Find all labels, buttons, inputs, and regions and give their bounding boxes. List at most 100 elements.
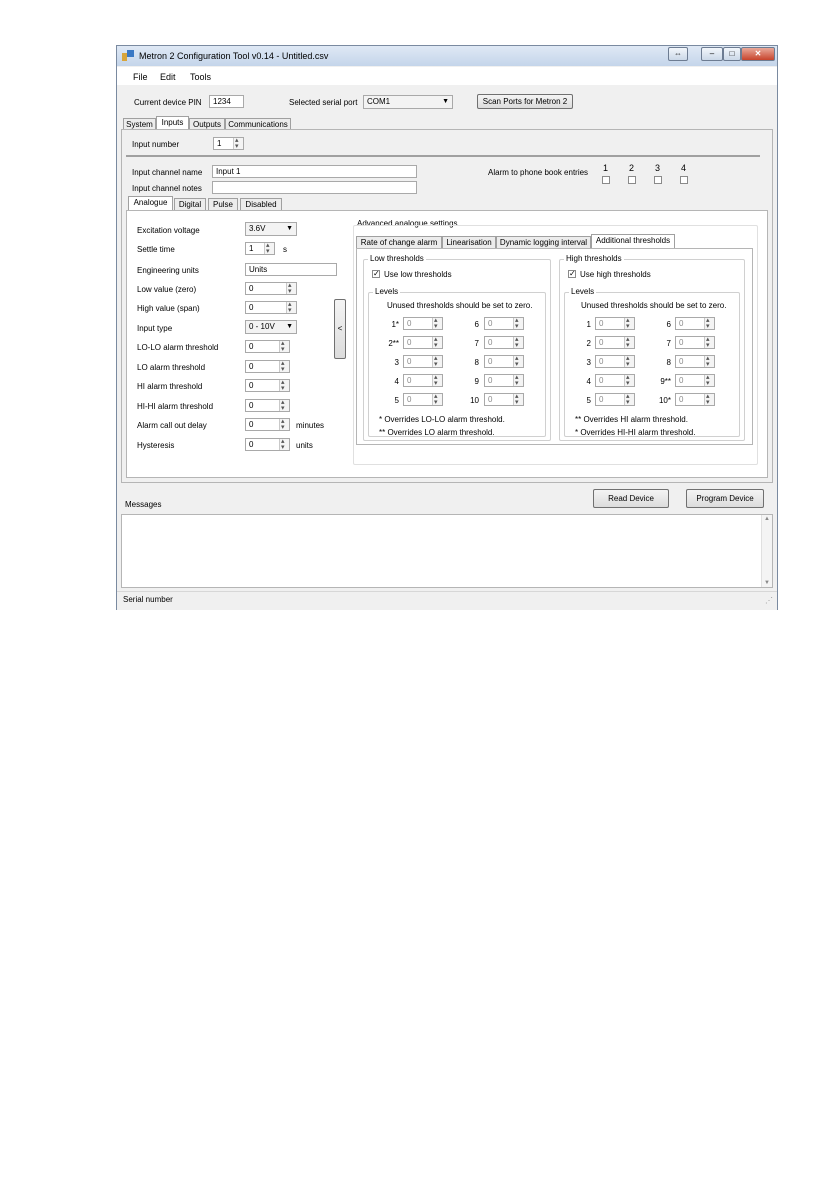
spin-icon[interactable] [704, 318, 714, 329]
spin-icon[interactable] [513, 375, 523, 386]
tab-linearisation[interactable]: Linearisation [442, 236, 496, 248]
inputs-panel: Input number 1 Input channel name Input … [121, 129, 773, 483]
spin-icon[interactable] [513, 394, 523, 405]
menu-tools[interactable]: Tools [190, 72, 211, 82]
spin-icon[interactable] [279, 361, 289, 372]
hysteresis-stepper[interactable]: 0 [245, 438, 290, 451]
collapse-button[interactable]: < [334, 299, 346, 359]
messages-box[interactable]: ▲ ▼ [121, 514, 773, 588]
scan-ports-button[interactable]: Scan Ports for Metron 2 [477, 94, 573, 109]
spin-icon[interactable] [279, 419, 289, 430]
low-level-stepper[interactable]: 0 [484, 374, 524, 387]
high-level-stepper[interactable]: 0 [675, 393, 715, 406]
spin-icon[interactable] [624, 375, 634, 386]
maximize-icon[interactable]: □ [723, 47, 741, 61]
hihi-stepper[interactable]: 0 [245, 399, 290, 412]
close-icon[interactable]: ✕ [741, 47, 775, 61]
input-number-stepper[interactable]: 1 [213, 137, 244, 150]
low-level-stepper[interactable]: 0 [484, 317, 524, 330]
eng-units-input[interactable]: Units [245, 263, 337, 276]
spin-icon[interactable] [279, 400, 289, 411]
lolo-stepper[interactable]: 0 [245, 340, 290, 353]
spin-icon[interactable] [513, 356, 523, 367]
low-level-stepper[interactable]: 0 [484, 336, 524, 349]
spin-icon[interactable] [279, 380, 289, 391]
high-level-stepper[interactable]: 0 [595, 355, 635, 368]
spin-icon[interactable] [233, 138, 243, 149]
title-bar[interactable]: Metron 2 Configuration Tool v0.14 - Unti… [117, 46, 777, 66]
minimize-icon[interactable]: – [701, 47, 723, 61]
delay-stepper[interactable]: 0 [245, 418, 290, 431]
spin-icon[interactable] [513, 318, 523, 329]
spin-icon[interactable] [279, 439, 289, 450]
alarm-checkbox-3[interactable] [654, 176, 662, 184]
spin-icon[interactable] [264, 243, 274, 254]
menu-file[interactable]: File [133, 72, 148, 82]
spin-icon[interactable] [513, 337, 523, 348]
low-level-stepper[interactable]: 0 [403, 374, 443, 387]
high-level-stepper[interactable]: 0 [675, 336, 715, 349]
spin-icon[interactable] [704, 375, 714, 386]
spin-icon[interactable] [432, 337, 442, 348]
tab-additional-thresholds[interactable]: Additional thresholds [591, 234, 675, 248]
high-level-stepper[interactable]: 0 [675, 317, 715, 330]
input-type-select[interactable]: 0 - 10V ▼ [245, 320, 297, 334]
settle-time-stepper[interactable]: 1 [245, 242, 275, 255]
scroll-down-icon[interactable]: ▼ [764, 580, 770, 586]
spin-icon[interactable] [286, 302, 296, 313]
low-level-stepper[interactable]: 0 [403, 393, 443, 406]
low-level-stepper[interactable]: 0 [484, 355, 524, 368]
tab-rate-of-change[interactable]: Rate of change alarm [356, 236, 442, 248]
spin-icon[interactable] [704, 356, 714, 367]
alarm-checkbox-1[interactable] [602, 176, 610, 184]
program-device-button[interactable]: Program Device [686, 489, 764, 508]
low-level-stepper[interactable]: 0 [403, 317, 443, 330]
use-high-checkbox[interactable]: ✓ [568, 270, 576, 278]
alarm-checkbox-2[interactable] [628, 176, 636, 184]
low-level-stepper[interactable]: 0 [403, 355, 443, 368]
high-value-stepper[interactable]: 0 [245, 301, 297, 314]
messages-scrollbar[interactable]: ▲ ▼ [761, 515, 772, 587]
use-low-checkbox[interactable]: ✓ [372, 270, 380, 278]
alarm-checkbox-4[interactable] [680, 176, 688, 184]
tab-digital[interactable]: Digital [174, 198, 206, 210]
tab-pulse[interactable]: Pulse [208, 198, 238, 210]
spin-icon[interactable] [624, 337, 634, 348]
low-level-stepper[interactable]: 0 [484, 393, 524, 406]
spin-icon[interactable] [432, 375, 442, 386]
low-level-stepper[interactable]: 0 [403, 336, 443, 349]
restore-icon[interactable]: ⇔ [668, 47, 688, 61]
spin-icon[interactable] [704, 394, 714, 405]
spin-icon[interactable] [432, 394, 442, 405]
high-level-stepper[interactable]: 0 [595, 317, 635, 330]
channel-notes-input[interactable] [212, 181, 417, 194]
high-level-stepper[interactable]: 0 [675, 355, 715, 368]
spin-icon[interactable] [704, 337, 714, 348]
spin-icon[interactable] [432, 356, 442, 367]
tab-analogue[interactable]: Analogue [128, 196, 173, 210]
tab-inputs[interactable]: Inputs [156, 116, 189, 130]
resize-grip-icon[interactable]: ⋰ [765, 596, 773, 605]
read-device-button[interactable]: Read Device [593, 489, 669, 508]
excitation-select[interactable]: 3.6V ▼ [245, 222, 297, 236]
spin-icon[interactable] [286, 283, 296, 294]
scroll-up-icon[interactable]: ▲ [764, 516, 770, 522]
channel-name-input[interactable]: Input 1 [212, 165, 417, 178]
high-level-stepper[interactable]: 0 [595, 336, 635, 349]
high-level-stepper[interactable]: 0 [595, 393, 635, 406]
spin-icon[interactable] [624, 356, 634, 367]
spin-icon[interactable] [279, 341, 289, 352]
menu-edit[interactable]: Edit [160, 72, 176, 82]
low-value-stepper[interactable]: 0 [245, 282, 297, 295]
high-level-stepper[interactable]: 0 [675, 374, 715, 387]
lo-stepper[interactable]: 0 [245, 360, 290, 373]
pin-input[interactable]: 1234 [209, 95, 244, 108]
spin-icon[interactable] [432, 318, 442, 329]
serial-port-select[interactable]: COM1 ▼ [363, 95, 453, 109]
high-level-stepper[interactable]: 0 [595, 374, 635, 387]
hi-stepper[interactable]: 0 [245, 379, 290, 392]
tab-disabled[interactable]: Disabled [240, 198, 282, 210]
spin-icon[interactable] [624, 394, 634, 405]
spin-icon[interactable] [624, 318, 634, 329]
tab-dynamic-logging[interactable]: Dynamic logging interval [496, 236, 591, 248]
